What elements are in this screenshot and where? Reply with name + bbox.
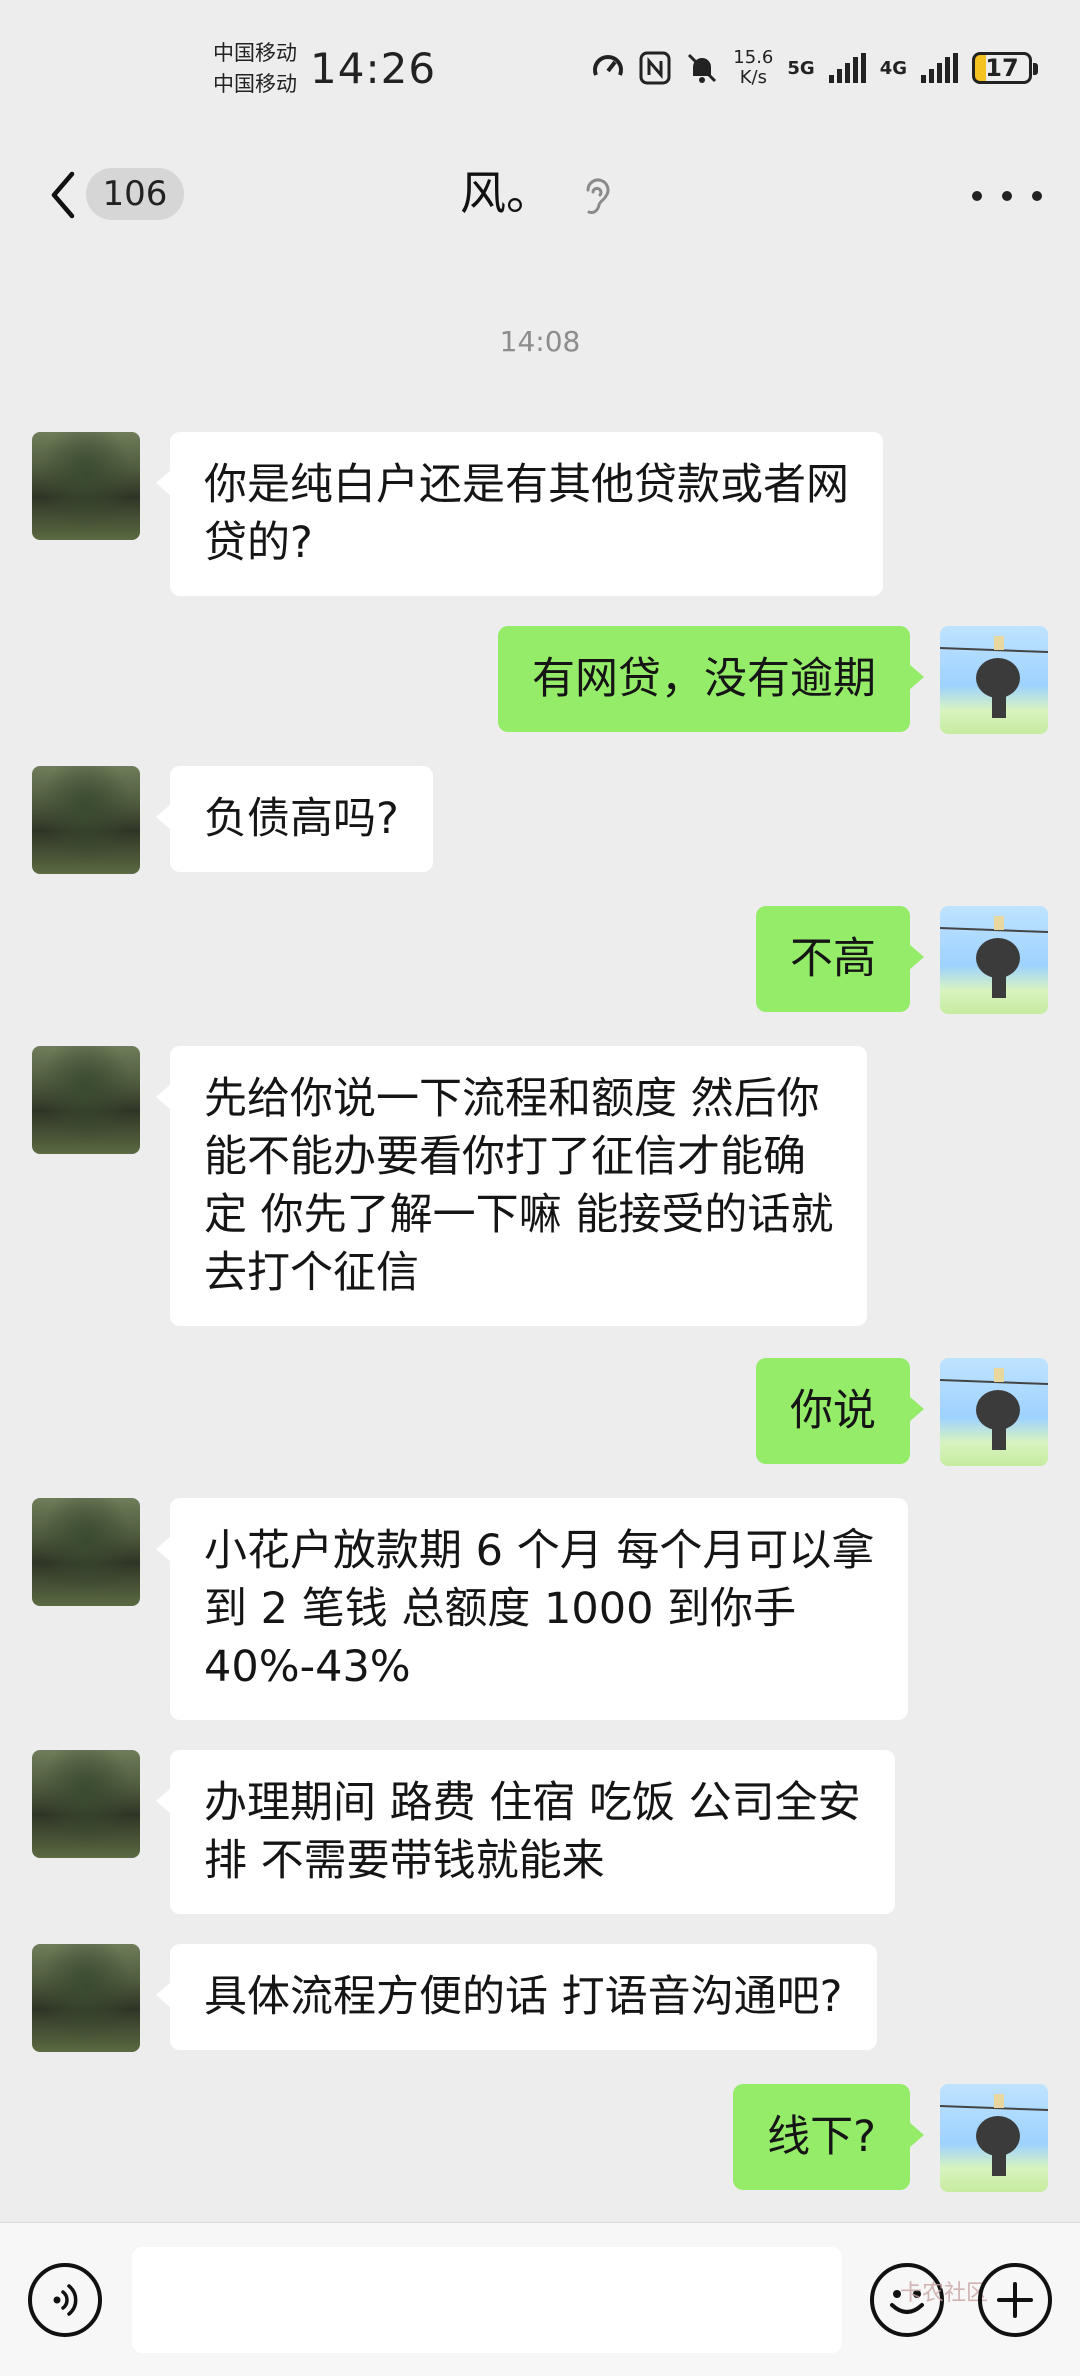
message-bubble-outgoing[interactable]: 不高: [756, 906, 924, 1012]
message-bubble-incoming[interactable]: 你是纯白户还是有其他贷款或者网 贷的?: [156, 432, 883, 596]
signal-icon: [828, 53, 866, 83]
contact-avatar[interactable]: [32, 766, 140, 874]
cat-avatar-icon: [940, 916, 1048, 998]
status-bar: 中国移动 中国移动 14:26 15.6 K/s 5G 4G 17: [0, 0, 1080, 140]
contact-avatar[interactable]: [32, 1750, 140, 1858]
battery-level: 17: [985, 54, 1019, 82]
chat-title: 风。: [460, 166, 552, 220]
my-avatar[interactable]: [940, 1358, 1048, 1466]
net-speed-unit: K/s: [739, 67, 767, 88]
carrier-labels: 中国移动 中国移动: [213, 38, 297, 100]
cat-avatar-icon: [940, 636, 1048, 718]
nfc-icon: [639, 51, 671, 85]
net-label-5g: 5G: [787, 57, 815, 79]
message-input[interactable]: [132, 2247, 842, 2353]
message-bubble-outgoing[interactable]: 你说: [756, 1358, 924, 1464]
my-avatar[interactable]: [940, 626, 1048, 734]
plus-button[interactable]: [978, 2263, 1052, 2337]
message-bubble-incoming[interactable]: 具体流程方便的话 打语音沟通吧?: [156, 1944, 877, 2050]
chat-timestamp: 14:08: [499, 325, 581, 358]
chat-header: 106 风。: [0, 140, 1080, 250]
more-button[interactable]: [972, 168, 1042, 224]
more-dot: [1032, 191, 1042, 201]
back-button[interactable]: [38, 160, 88, 230]
chevron-left-icon: [51, 171, 75, 219]
cat-avatar-icon: [940, 2094, 1048, 2176]
voice-button[interactable]: [28, 2263, 102, 2337]
carrier-1: 中国移动: [213, 41, 297, 65]
speedometer-icon: [593, 55, 624, 76]
net-speed-value: 15.6: [733, 47, 774, 68]
plus-icon: [997, 2282, 1033, 2318]
more-dot: [972, 191, 982, 201]
status-icons: 15.6 K/s 5G 4G 17: [591, 44, 1038, 92]
ear-icon: [586, 178, 610, 214]
my-avatar[interactable]: [940, 2084, 1048, 2192]
carrier-2: 中国移动: [213, 72, 297, 96]
message-bubble-outgoing[interactable]: 有网贷，没有逾期: [498, 626, 924, 732]
contact-avatar[interactable]: [32, 432, 140, 540]
net-label-4g: 4G: [879, 57, 907, 79]
battery-icon: 17: [972, 52, 1038, 84]
message-bubble-outgoing[interactable]: 线下?: [733, 2084, 924, 2190]
message-bubble-incoming[interactable]: 办理期间 路费 住宿 吃饭 公司全安 排 不需要带钱就能来: [156, 1750, 895, 1914]
unread-count-badge[interactable]: 106: [86, 168, 184, 220]
cat-avatar-icon: [940, 1368, 1048, 1450]
mute-bell-icon: [688, 53, 717, 83]
watermark-text: 卡农社区: [900, 2281, 989, 2306]
voice-icon: [53, 2284, 78, 2316]
net-speed: 15.6 K/s: [733, 48, 773, 88]
message-bubble-incoming[interactable]: 小花户放款期 6 个月 每个月可以拿 到 2 笔钱 总额度 1000 到你手 4…: [155, 1498, 909, 1720]
message-bubble-incoming[interactable]: 负债高吗?: [156, 766, 433, 872]
more-dot: [1002, 191, 1012, 201]
status-time: 14:26: [310, 44, 437, 93]
input-bar: 卡农社区: [0, 2222, 1080, 2376]
contact-avatar[interactable]: [32, 1498, 140, 1606]
signal-icon-2: [921, 53, 958, 83]
contact-avatar[interactable]: [32, 1046, 140, 1154]
my-avatar[interactable]: [940, 906, 1048, 1014]
message-bubble-incoming[interactable]: 先给你说一下流程和额度 然后你 能不能办要看你打了征信才能确 定 你先了解一下嘛…: [155, 1046, 868, 1326]
contact-avatar[interactable]: [32, 1944, 140, 2052]
